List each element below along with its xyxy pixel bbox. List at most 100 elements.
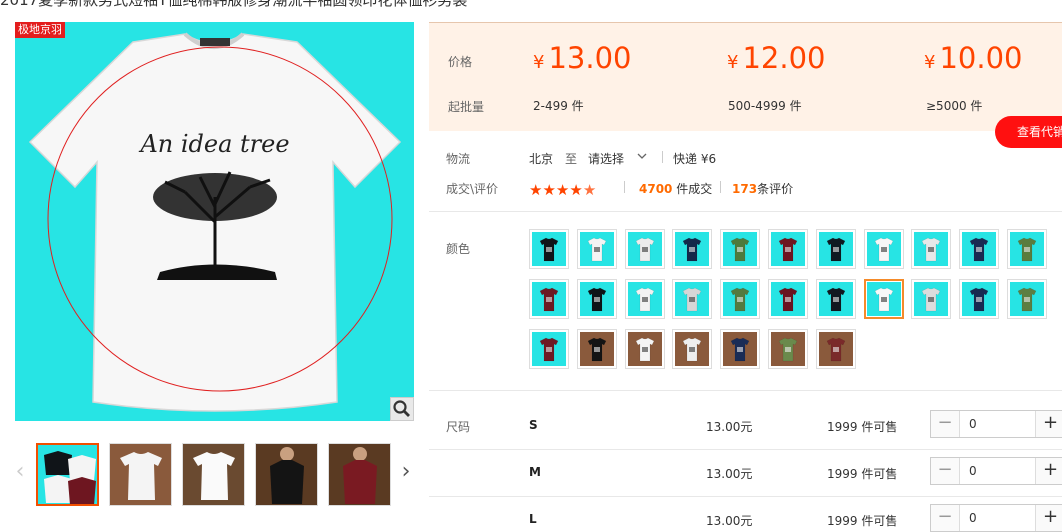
thumbnail-5[interactable]: [328, 443, 391, 506]
rating-stars: ★★★★★: [529, 180, 596, 199]
decrement-button[interactable]: −: [931, 411, 960, 437]
color-swatch[interactable]: [815, 279, 856, 319]
color-swatch[interactable]: [959, 279, 1000, 319]
thumb-next-arrow[interactable]: ›: [398, 460, 414, 484]
white-tshirt-wood-thumb-icon: [110, 444, 171, 505]
swatch-image: [532, 332, 566, 366]
color-swatch[interactable]: [720, 229, 761, 269]
size-price-s: 13.00元: [706, 420, 753, 434]
tshirt-icon: [730, 237, 750, 262]
quantity-input[interactable]: 0: [969, 417, 977, 431]
ship-to-word: 至: [565, 152, 578, 166]
increment-button[interactable]: +: [1035, 458, 1062, 484]
main-product-image[interactable]: An idea tree 极地京羽: [15, 22, 414, 421]
color-swatch[interactable]: [911, 279, 952, 319]
color-swatch[interactable]: [815, 229, 856, 269]
increment-button[interactable]: +: [1035, 505, 1062, 531]
thumbnail-1[interactable]: [36, 443, 99, 506]
quantity-input[interactable]: 0: [969, 464, 977, 478]
color-swatch[interactable]: [672, 229, 713, 269]
color-swatch[interactable]: [911, 229, 952, 269]
thumbnail-2[interactable]: [109, 443, 172, 506]
thumb-prev-arrow[interactable]: ‹: [12, 460, 28, 484]
color-swatch[interactable]: [672, 329, 713, 369]
color-swatch[interactable]: [768, 329, 808, 369]
tshirt-icon: [683, 287, 702, 312]
chevron-down-icon[interactable]: [637, 153, 647, 161]
color-swatch[interactable]: [576, 329, 617, 369]
size-price-l: 13.00元: [706, 514, 753, 528]
color-swatch[interactable]: [672, 279, 713, 319]
size-stock-l: 1999 件可售: [827, 514, 898, 528]
swatch-image: [771, 232, 805, 266]
tshirt-group-thumb-icon: [38, 445, 97, 504]
swatch-image: [914, 232, 949, 266]
decrement-button[interactable]: −: [931, 505, 960, 531]
color-swatch[interactable]: [720, 329, 761, 369]
color-swatch[interactable]: [529, 329, 569, 369]
tshirt-icon: [730, 337, 750, 362]
thumbnail-strip: ‹ ›: [10, 440, 420, 506]
swatch-image: [532, 282, 566, 316]
swatch-image: [579, 232, 614, 266]
swatch-image: [579, 332, 614, 366]
color-swatch[interactable]: [576, 279, 617, 319]
tshirt-icon: [778, 287, 798, 312]
quantity-stepper-l: − 0 +: [930, 504, 1062, 532]
deal-count[interactable]: 4700 件成交: [639, 180, 712, 197]
reviews-label: 成交\评价: [446, 182, 499, 196]
thumbnail-3[interactable]: [182, 443, 245, 506]
thumbnail-4[interactable]: [255, 443, 318, 506]
logistics-separator: [662, 151, 663, 163]
swatch-image: [962, 232, 997, 266]
quantity-stepper-s: − 0 +: [930, 410, 1062, 438]
color-swatch[interactable]: [863, 229, 904, 269]
view-agent-button[interactable]: 查看代销: [995, 116, 1062, 148]
color-swatch[interactable]: [529, 279, 569, 319]
price-panel: 价格 起批量 ¥13.00 ¥12.00 ¥10.00 2-499 件 500-…: [429, 22, 1062, 131]
divider-4: [429, 496, 1062, 497]
tshirt-icon: [635, 237, 654, 262]
logistics-label: 物流: [446, 152, 471, 166]
color-swatch[interactable]: [624, 279, 665, 319]
color-swatch[interactable]: [529, 229, 569, 269]
color-swatch[interactable]: [1007, 279, 1047, 319]
reviews-separator: [624, 181, 625, 193]
color-swatch[interactable]: [815, 329, 856, 369]
decrement-button[interactable]: −: [931, 458, 960, 484]
swatch-image: [627, 282, 662, 316]
tshirt-icon: [730, 287, 750, 312]
qty-range-1: 2-499 件: [533, 99, 584, 113]
tshirt-icon: [587, 337, 607, 362]
tshirt-icon: [1017, 287, 1037, 312]
tshirt-icon: [683, 237, 702, 262]
divider-2: [429, 390, 1062, 391]
magnifier-icon: [393, 400, 410, 417]
destination-select[interactable]: 请选择: [588, 150, 624, 167]
zoom-button[interactable]: [390, 397, 414, 421]
color-swatch[interactable]: [624, 329, 665, 369]
review-count[interactable]: 173条评价: [732, 180, 793, 197]
quantity-input[interactable]: 0: [969, 511, 977, 525]
tshirt-icon: [874, 237, 893, 262]
tshirt-icon: [778, 237, 798, 262]
model-red-tshirt-thumb-icon: [329, 444, 390, 505]
color-swatch[interactable]: [959, 229, 1000, 269]
price-label: 价格: [448, 55, 473, 69]
tshirt-icon: [635, 337, 654, 362]
color-swatch[interactable]: [576, 229, 617, 269]
ship-from: 北京: [529, 152, 554, 166]
size-name-l: L: [529, 512, 537, 526]
color-swatch[interactable]: [1007, 229, 1047, 269]
swatch-image: [866, 232, 901, 266]
model-black-tshirt-thumb-icon: [256, 444, 317, 505]
tshirt-icon: [826, 337, 846, 362]
color-swatch[interactable]: [624, 229, 665, 269]
swatch-image: [1010, 232, 1044, 266]
color-swatch[interactable]: [863, 279, 904, 319]
color-swatch[interactable]: [720, 279, 761, 319]
star-icon: ★: [569, 181, 583, 199]
color-swatch[interactable]: [768, 229, 808, 269]
color-swatch[interactable]: [768, 279, 808, 319]
increment-button[interactable]: +: [1035, 411, 1062, 437]
